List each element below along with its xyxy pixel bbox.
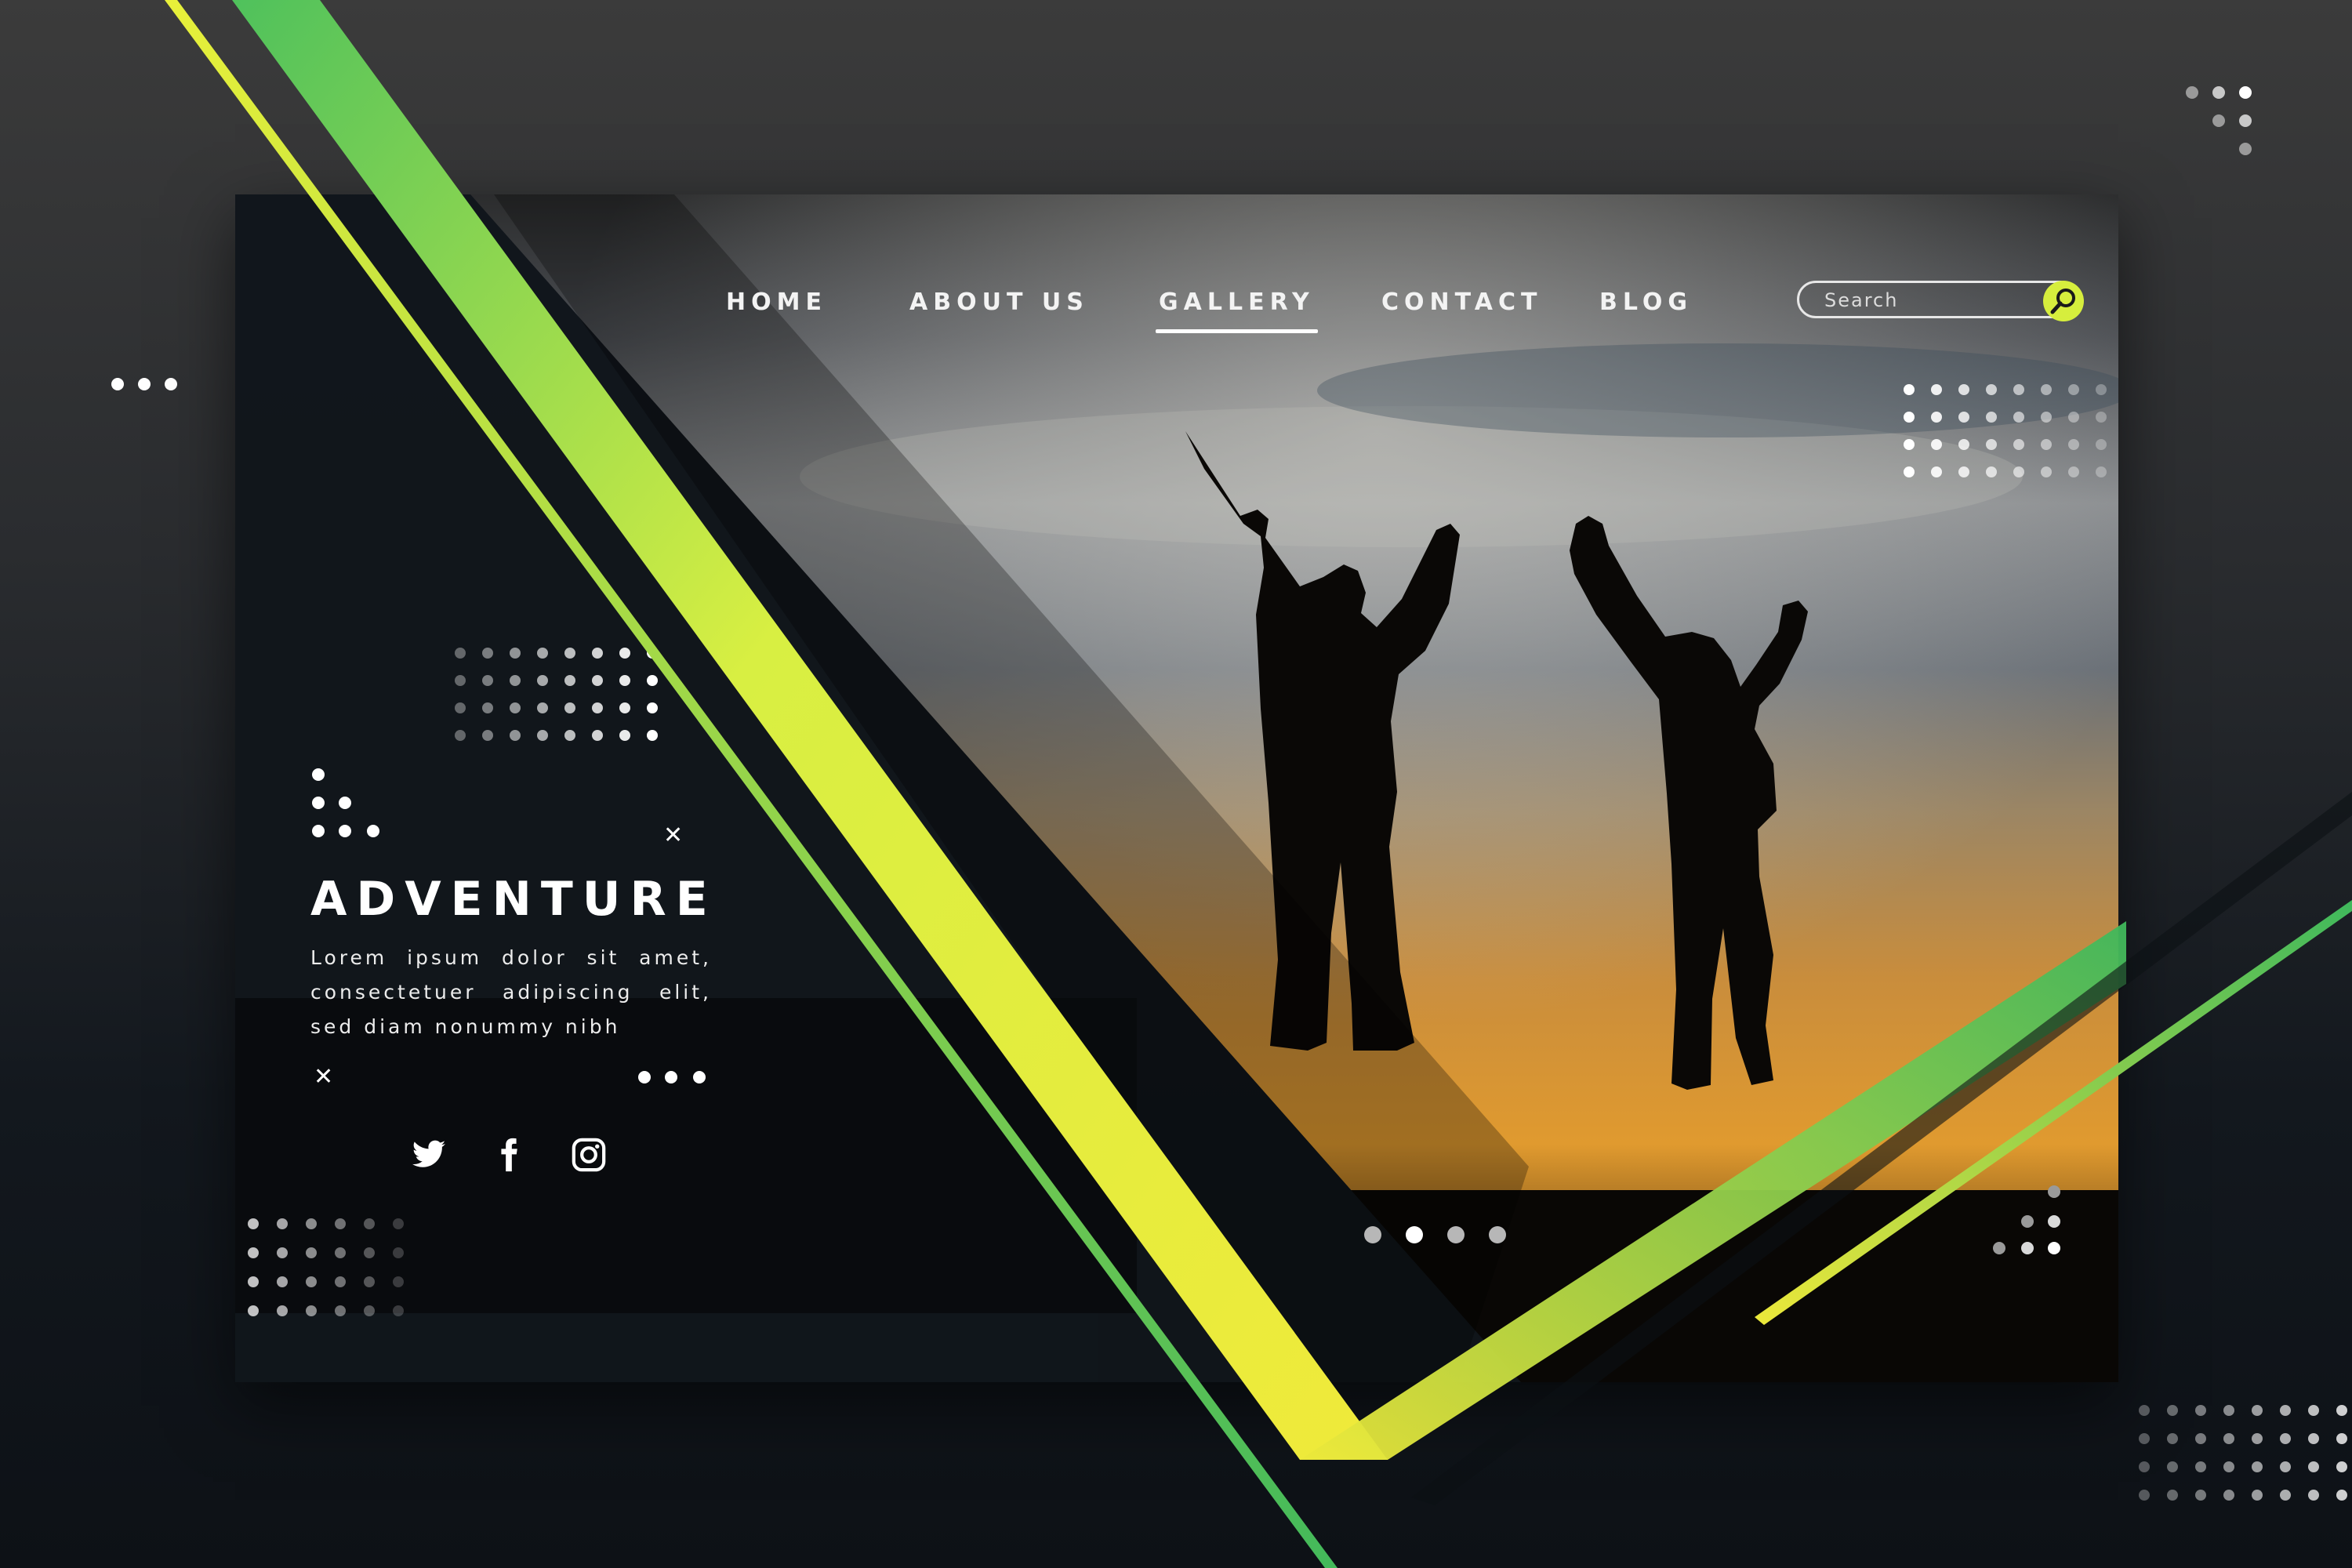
accent-lines xyxy=(165,0,2352,1568)
facebook-icon[interactable] xyxy=(491,1137,527,1173)
search-box xyxy=(1797,281,2079,318)
decor-dot xyxy=(2167,1405,2178,1416)
decor-dot xyxy=(2167,1490,2178,1501)
close-icon: ✕ xyxy=(663,822,684,849)
search-button[interactable] xyxy=(2043,281,2084,321)
decor-dot xyxy=(2195,1433,2206,1444)
decor-dot xyxy=(2280,1405,2291,1416)
decor-dot xyxy=(2308,1490,2319,1501)
slider-dot[interactable] xyxy=(1364,1226,1381,1243)
decor-dot xyxy=(2195,1405,2206,1416)
nav-gallery[interactable]: GALLERY xyxy=(1156,289,1318,333)
decor-dot xyxy=(2308,1461,2319,1472)
decor-dot xyxy=(2167,1433,2178,1444)
decor-dot xyxy=(2336,1405,2347,1416)
hero-title: ADVENTURE xyxy=(310,872,717,927)
nav-contact[interactable]: CONTACT xyxy=(1381,289,1542,316)
decor-dot xyxy=(2336,1461,2347,1472)
decor-dot xyxy=(2195,1490,2206,1501)
decor-dot xyxy=(2336,1433,2347,1444)
decor-dot xyxy=(2139,1490,2150,1501)
decor-dot xyxy=(2308,1433,2319,1444)
decor-dot xyxy=(2139,1405,2150,1416)
decor-dot xyxy=(2308,1405,2319,1416)
decor-dot xyxy=(2280,1461,2291,1472)
decor-dot xyxy=(2280,1490,2291,1501)
slider-dot[interactable] xyxy=(1489,1226,1506,1243)
decor-dot xyxy=(2139,1433,2150,1444)
decor-dot xyxy=(2139,1461,2150,1472)
search-input[interactable] xyxy=(1823,288,2030,313)
hero-description: Lorem ipsum dolor sit amet, consectetuer… xyxy=(310,946,712,1038)
twitter-icon[interactable] xyxy=(411,1137,447,1173)
decor-dot xyxy=(2280,1433,2291,1444)
nav-home[interactable]: HOME xyxy=(726,289,827,316)
decor-dot xyxy=(2252,1433,2263,1444)
decor-dot xyxy=(2195,1461,2206,1472)
instagram-icon[interactable] xyxy=(571,1137,607,1173)
decor-dot xyxy=(2223,1490,2234,1501)
decor-dot xyxy=(2252,1490,2263,1501)
close-icon-small: ✕ xyxy=(314,1063,334,1091)
nav-blog[interactable]: BLOG xyxy=(1599,289,1693,316)
slider-dot[interactable] xyxy=(1406,1226,1423,1243)
decor-dot xyxy=(2167,1461,2178,1472)
decor-dot xyxy=(2223,1433,2234,1444)
search-icon xyxy=(2050,289,2075,314)
decor-dot xyxy=(2223,1461,2234,1472)
decor-dot xyxy=(2223,1405,2234,1416)
decor-dot xyxy=(2252,1461,2263,1472)
decor-dot xyxy=(2252,1405,2263,1416)
nav-about-us[interactable]: ABOUT US xyxy=(909,289,1089,316)
decor-dot xyxy=(2336,1490,2347,1501)
slider-dot[interactable] xyxy=(1447,1226,1465,1243)
